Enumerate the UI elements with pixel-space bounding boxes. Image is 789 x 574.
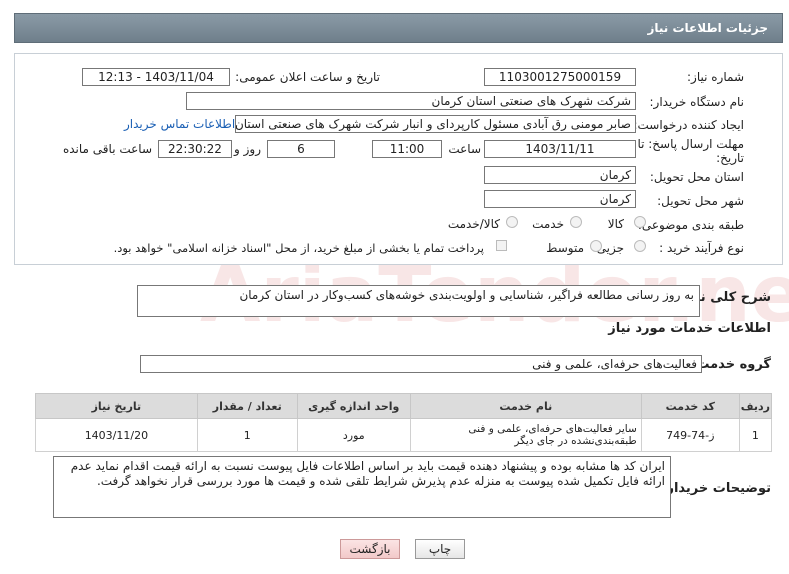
cell-need-date: 1403/11/20 — [35, 418, 198, 452]
province-label: استان محل تحویل: — [649, 170, 744, 184]
remaining-time-field[interactable]: 22:30:22 — [158, 140, 232, 158]
category-radio-both[interactable] — [506, 216, 518, 228]
services-section-title: اطلاعات خدمات مورد نیاز — [608, 321, 771, 336]
days-label: روز و — [234, 142, 261, 156]
service-group-field[interactable]: فعالیت‌های حرفه‌ای، علمی و فنی — [140, 355, 702, 373]
category-option-goods: کالا — [607, 217, 624, 231]
remaining-days-field[interactable]: 6 — [267, 140, 335, 158]
category-label: طبقه بندی موضوعی: — [637, 218, 744, 232]
buyer-name-field[interactable]: شرکت شهرک های صنعتی استان کرمان — [186, 92, 636, 110]
print-button[interactable]: چاپ — [415, 539, 465, 559]
process-radio-minor[interactable] — [634, 240, 646, 252]
cell-quantity: 1 — [196, 418, 298, 452]
category-option-service: خدمت — [532, 217, 564, 231]
treasury-payment-checkbox[interactable] — [496, 240, 507, 251]
col-service-name: نام خدمت — [409, 393, 642, 419]
buyer-notes-field[interactable]: ایران کد ها مشابه بوده و پیشنهاد دهنده ق… — [53, 456, 671, 518]
deadline-label-date: تاریخ: — [716, 151, 744, 165]
process-label: نوع فرآیند خرید : — [659, 241, 744, 255]
category-option-both: کالا/خدمت — [447, 217, 500, 231]
service-group-label: گروه خدمت: — [691, 357, 771, 372]
deadline-label: مهلت ارسال پاسخ: تا — [637, 137, 744, 151]
creator-field[interactable]: صابر مومنی رق آبادی مسئول کارپردای و انب… — [235, 115, 636, 133]
services-table: ردیف کد خدمت نام خدمت واحد اندازه گیری ت… — [35, 393, 773, 452]
cell-row: 1 — [738, 418, 773, 452]
page-title: جزئیات اطلاعات نیاز — [647, 21, 768, 35]
category-radio-service[interactable] — [570, 216, 582, 228]
city-field[interactable]: کرمان — [484, 190, 636, 208]
col-quantity: تعداد / مقدار — [196, 393, 298, 419]
col-unit: واحد اندازه گیری — [296, 393, 411, 419]
need-number-label: شماره نیاز: — [687, 70, 744, 84]
back-button[interactable]: بازگشت — [340, 539, 400, 559]
buyer-label: نام دستگاه خریدار: — [649, 95, 745, 109]
page-header: جزئیات اطلاعات نیاز — [14, 13, 783, 43]
time-label: ساعت — [448, 142, 481, 156]
col-service-code: کد خدمت — [640, 393, 740, 419]
table-row: 1 ز-74-749 سایر فعالیت‌های حرفه‌ای، علمی… — [35, 418, 773, 452]
province-field[interactable]: کرمان — [484, 166, 636, 184]
deadline-date-field[interactable]: 1403/11/11 — [484, 140, 636, 158]
category-radio-goods[interactable] — [634, 216, 646, 228]
city-label: شهر محل تحویل: — [657, 194, 744, 208]
need-number-field[interactable]: 1103001275000159 — [484, 68, 636, 86]
process-radio-medium[interactable] — [590, 240, 602, 252]
buyer-notes-label: توضیحات خریدار: — [661, 481, 771, 496]
cell-unit: مورد — [296, 418, 411, 452]
table-header-row: ردیف کد خدمت نام خدمت واحد اندازه گیری ت… — [35, 393, 773, 419]
cell-service-name: سایر فعالیت‌های حرفه‌ای، علمی و فنی طبقه… — [409, 418, 642, 452]
creator-label: ایجاد کننده درخواست: — [633, 118, 744, 132]
col-need-date: تاریخ نیاز — [35, 393, 198, 419]
treasury-payment-note: پرداخت تمام یا بخشی از مبلغ خرید، از محل… — [113, 241, 484, 255]
process-option-medium: متوسط — [546, 241, 584, 255]
col-row: ردیف — [738, 393, 773, 419]
buyer-contact-link[interactable]: اطلاعات تماس خریدار — [124, 117, 235, 131]
remaining-label: ساعت باقی مانده — [62, 142, 152, 156]
deadline-time-field[interactable]: 11:00 — [372, 140, 442, 158]
announce-datetime-field[interactable]: 1403/11/04 - 12:13 — [82, 68, 230, 86]
cell-service-code: ز-74-749 — [640, 418, 740, 452]
summary-field[interactable]: به روز رسانی مطالعه فراگیر، شناسایی و او… — [137, 285, 700, 317]
announce-label: تاریخ و ساعت اعلان عمومی: — [235, 70, 380, 84]
